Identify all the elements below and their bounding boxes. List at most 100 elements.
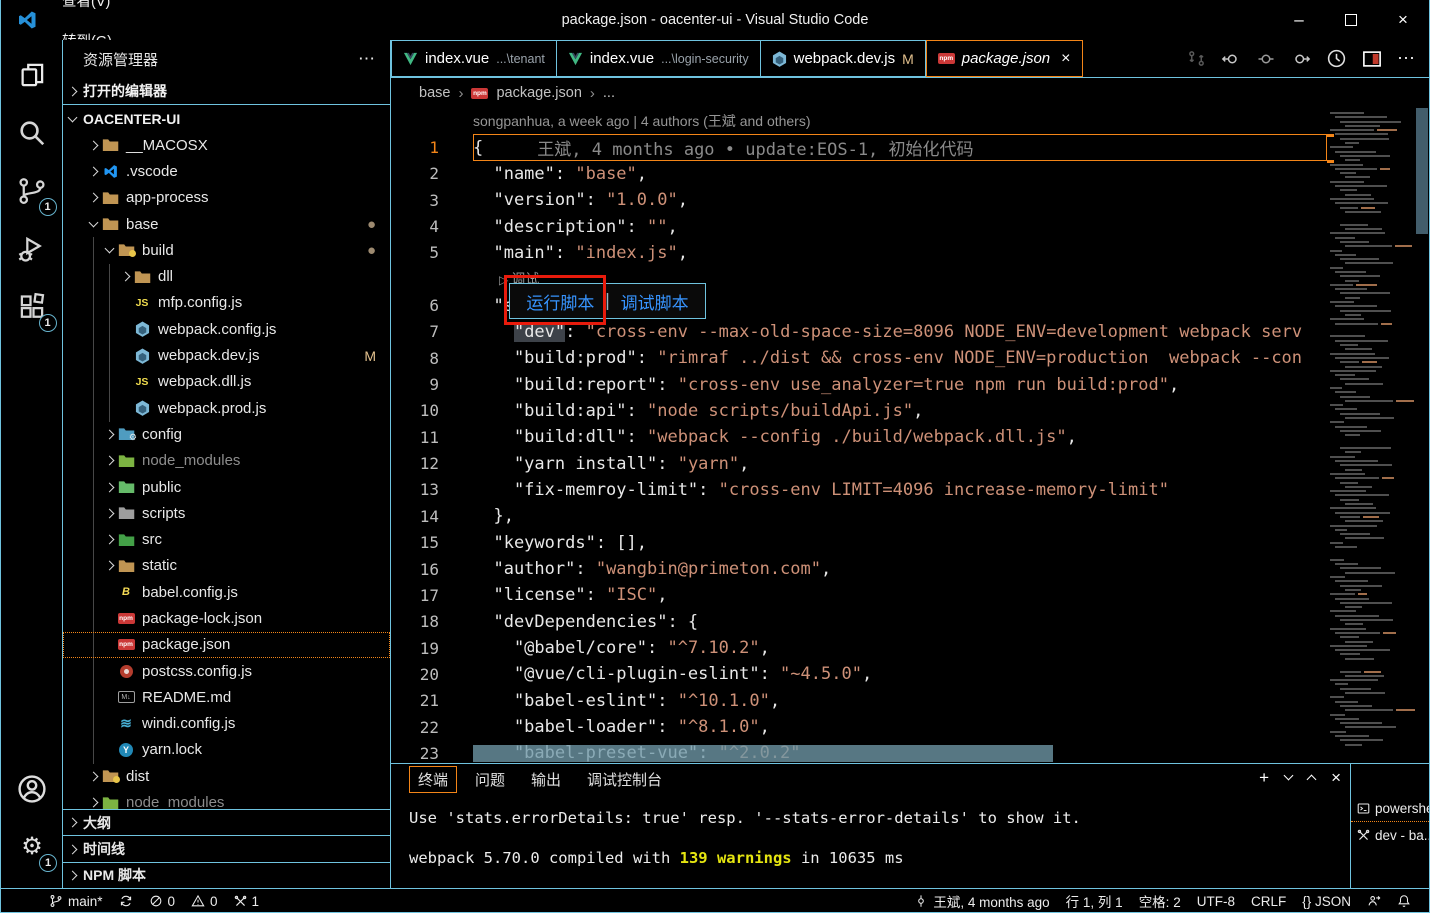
editor-tab-package.json[interactable]: npmpackage.json× [926,40,1083,77]
breadcrumb-item-file[interactable]: package.json [496,85,581,101]
tree-item-base[interactable]: base● [63,211,390,237]
current-change-icon[interactable] [1256,49,1276,69]
status-left-3-warning[interactable]: 0 [183,894,226,909]
editor-tab-index.vue[interactable]: index.vue...\tenant [391,40,557,77]
folder-icon [101,138,119,152]
status-right-4[interactable]: CRLF [1243,894,1294,909]
vertical-scrollbar[interactable] [1415,108,1429,763]
panel-tab-调试控制台[interactable]: 调试控制台 [579,767,670,792]
editor-tab-index.vue[interactable]: index.vue...\login-security [557,40,761,77]
status-right-5[interactable]: {} JSON [1294,894,1359,909]
close-button[interactable]: × [1377,0,1429,40]
code-line-20: 20 "@vue/cli-plugin-eslint": "~4.5.0", [391,661,1327,687]
tree-item-node_modules[interactable]: node_modules [63,448,390,474]
maximize-panel-icon[interactable] [1307,775,1317,785]
tree-item-scripts[interactable]: scripts [63,500,390,526]
minimap[interactable] [1327,108,1415,763]
postcss-file-icon [117,665,135,678]
tree-item-dll[interactable]: dll [63,263,390,289]
close-panel-icon[interactable]: × [1331,769,1341,786]
tree-item-webpack.dll.js[interactable]: JSwebpack.dll.js [63,369,390,395]
terminal-instance-powershell[interactable]: powershell [1351,796,1429,822]
file-history-icon[interactable] [1326,48,1347,69]
terminal-instance-devba[interactable]: dev - ba... ( [1351,822,1429,848]
tree-item-webpack.prod.js[interactable]: webpack.prod.js [63,395,390,421]
menu-item-3[interactable]: 查看(V) [51,0,123,20]
tree-item-public[interactable]: public [63,474,390,500]
breadcrumb-item-symbol[interactable]: ... [603,85,615,101]
run-debug-icon[interactable] [9,226,55,272]
open-changes-icon[interactable] [1187,49,1206,68]
tree-item-build[interactable]: build● [63,237,390,263]
maximize-button[interactable] [1325,0,1377,40]
status-right-1[interactable]: 行 1, 列 1 [1058,891,1131,911]
status-left-2-error[interactable]: 0 [141,894,184,909]
tree-item-README.md[interactable]: M↓README.md [63,684,390,710]
breadcrumb-separator: › [458,85,463,102]
tree-item-windi.config.js[interactable]: ≋windi.config.js [63,711,390,737]
code-editor[interactable]: songpanhua, a week ago | 4 authors (王斌 a… [391,108,1429,763]
folder-icon [117,480,135,494]
more-actions-icon[interactable]: ⋯ [1397,48,1415,69]
previous-change-icon[interactable] [1221,49,1241,69]
terminal-output[interactable]: Use 'stats.errorDetails: true' resp. '--… [391,794,1350,868]
tree-item-node_modules[interactable]: node_modules [63,789,390,809]
status-left-1-sync[interactable] [111,894,141,908]
panel-tab-bar: 终端问题输出调试控制台 [391,764,1350,794]
tree-item-webpack.config.js[interactable]: webpack.config.js [63,316,390,342]
accounts-icon[interactable] [9,766,55,812]
tree-item-config[interactable]: ⚙config [63,421,390,447]
codelens-authors[interactable]: songpanhua, a week ago | 4 authors (王斌 a… [473,111,811,131]
section-outline[interactable]: 大纲 [63,809,390,835]
sync-icon [119,894,133,908]
tree-item-static[interactable]: static [63,553,390,579]
tree-item-mfp.config.js[interactable]: JSmfp.config.js [63,290,390,316]
terminal-list: powershelldev - ba... ( [1350,764,1429,888]
section-timeline[interactable]: 时间线 [63,835,390,861]
split-editor-icon[interactable] [1362,49,1382,69]
status-right-6-feedback[interactable] [1359,894,1389,908]
editor-tab-webpack.dev.js[interactable]: webpack.dev.jsM [761,40,926,77]
source-control-icon[interactable]: 1 [9,168,55,214]
tree-item-package.json[interactable]: npmpackage.json [63,632,390,658]
tree-item-postcss.config.js[interactable]: postcss.config.js [63,658,390,684]
explorer-sidebar: 资源管理器 ⋯ 打开的编辑器 OACENTER-UI __MACOSX.vsco… [63,40,391,888]
explorer-icon[interactable] [9,52,55,98]
debug-script-link[interactable]: 调试脚本 [621,289,689,314]
tree-item-__MACOSX[interactable]: __MACOSX [63,132,390,158]
terminal-dropdown-icon[interactable] [1284,771,1294,781]
section-project-root[interactable]: OACENTER-UI [63,105,390,132]
status-right-0-commit[interactable]: 王斌, 4 months ago [906,891,1057,911]
panel-tab-终端[interactable]: 终端 [409,766,457,793]
status-left-4-tools[interactable]: 1 [226,894,268,909]
tree-item-package-lock.json[interactable]: npmpackage-lock.json [63,605,390,631]
close-tab-icon[interactable]: × [1061,50,1070,68]
tree-item-yarn.lock[interactable]: Yyarn.lock [63,737,390,763]
status-left-0-branch[interactable]: main* [41,894,111,909]
extensions-icon[interactable]: 1 [9,284,55,330]
horizontal-scrollbar[interactable] [473,745,1053,762]
section-npm-scripts[interactable]: NPM 脚本 [63,862,390,888]
section-open-editors[interactable]: 打开的编辑器 [63,78,390,105]
breadcrumb-item-base[interactable]: base [419,85,450,101]
tree-item-webpack.dev.js[interactable]: webpack.dev.jsM [63,342,390,368]
panel-tab-问题[interactable]: 问题 [467,767,513,792]
explorer-more-actions-icon[interactable]: ⋯ [358,49,376,69]
folder-icon [101,217,119,231]
tree-item-src[interactable]: src [63,526,390,552]
minimize-button[interactable]: – [1273,0,1325,40]
panel-tab-输出[interactable]: 输出 [523,767,569,792]
search-icon[interactable] [9,110,55,156]
code-line-3: 3 "version": "1.0.0", [391,187,1327,213]
next-change-icon[interactable] [1291,49,1311,69]
settings-gear-icon[interactable]: ⚙ 1 [9,824,55,870]
new-terminal-icon[interactable]: + [1259,769,1269,786]
modified-dot: ● [367,216,376,233]
status-right-3[interactable]: UTF-8 [1189,894,1243,909]
tree-item-app-process[interactable]: app-process [63,185,390,211]
tree-item-.vscode[interactable]: .vscode [63,158,390,184]
status-right-2[interactable]: 空格: 2 [1131,891,1189,911]
status-right-7-bell[interactable] [1389,894,1419,908]
tree-item-dist[interactable]: dist [63,763,390,789]
tree-item-babel.config.js[interactable]: Bbabel.config.js [63,579,390,605]
